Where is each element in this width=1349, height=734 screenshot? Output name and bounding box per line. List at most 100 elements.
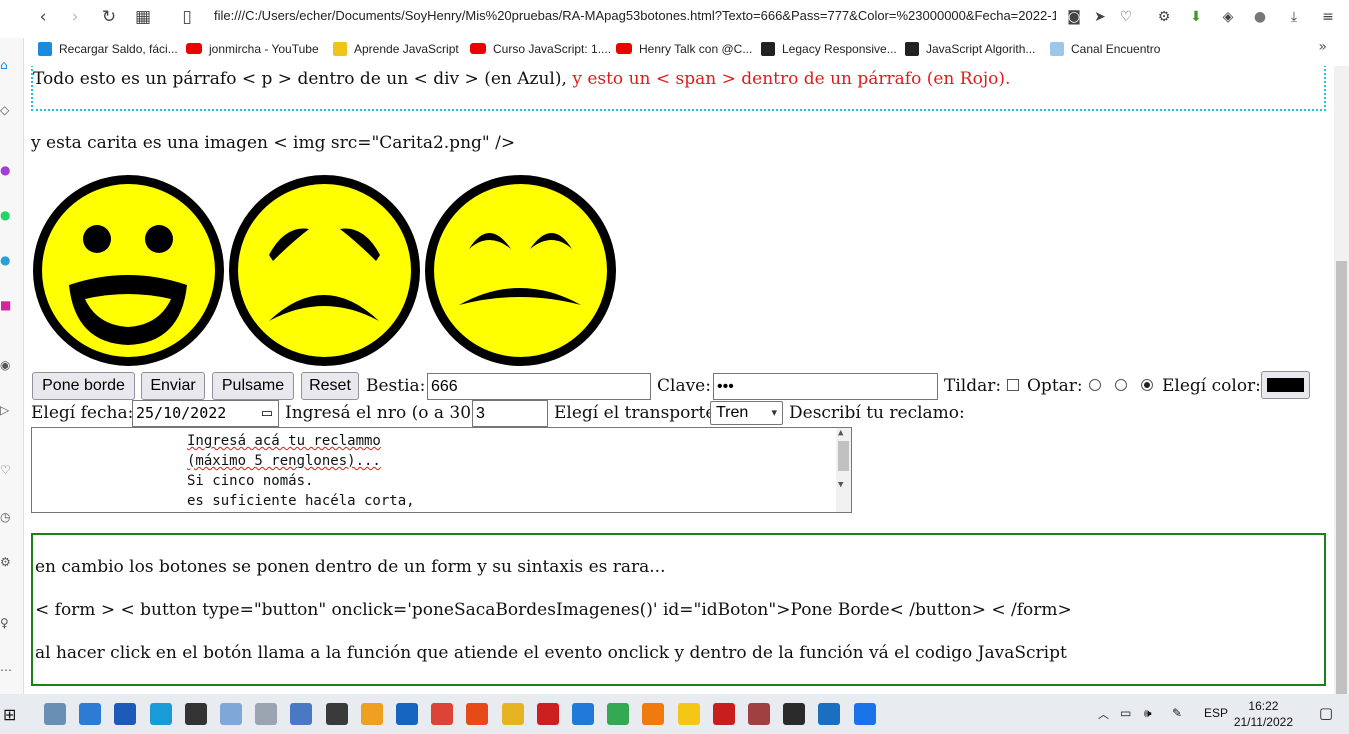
taskbar-app-icon[interactable] [501,703,524,725]
grid-icon[interactable]: ▦ [132,6,154,28]
taskbar-app-icon[interactable] [748,703,770,725]
taskbar-app-icon[interactable] [44,703,66,725]
paragraph-div-span: Todo esto es un párrafo < p > dentro de … [33,69,1010,89]
bookmark-aprende-js[interactable]: Aprende JavaScript [333,40,459,58]
pone-borde-button[interactable]: Pone borde [32,372,135,400]
optar-radio-1[interactable] [1089,379,1101,391]
taskbar-app-icon[interactable] [360,703,383,725]
address-bar[interactable]: file:///C:/Users/echer/Documents/SoyHenr… [214,8,1056,26]
language-indicator[interactable]: ESP [1204,706,1228,720]
taskbar-app-icon[interactable] [255,703,278,725]
optar-radio-2[interactable] [1115,379,1127,391]
history-icon[interactable]: ◷ [0,510,14,526]
bestia-input[interactable]: 666 [427,373,651,400]
notifications-icon[interactable]: ▢ [1319,704,1333,722]
taskbar-app-icon[interactable] [853,703,876,725]
calendar-icon[interactable]: ▭ [261,401,273,426]
clock[interactable]: 16:22 21/11/2022 [1234,698,1293,730]
bookmark-recargar[interactable]: Recargar Saldo, fáci... [38,40,178,58]
enviar-button[interactable]: Enviar [141,372,205,400]
download-arrow-icon[interactable]: ⬇ [1186,7,1206,27]
menu-icon[interactable]: ≡ [1318,7,1338,27]
optar-radio-3[interactable] [1141,379,1153,391]
telegram-icon[interactable]: ● [0,253,14,269]
taskbar-app-icon[interactable] [536,703,559,725]
scroll-up-icon[interactable]: ▲ [838,428,843,438]
bookmark-henry-talk[interactable]: Henry Talk con @C... [616,40,752,58]
taskbar-app-icon[interactable] [290,703,313,725]
bookmark-canal-encuentro[interactable]: Canal Encuentro [1050,40,1160,58]
bookmarks-more-icon[interactable]: » [1318,39,1327,55]
taskbar-app-icon[interactable] [79,703,102,725]
textarea-scroll-thumb[interactable] [838,441,849,471]
textarea-scrollbar[interactable]: ▲ ▼ [836,428,851,512]
home-icon[interactable]: ⌂ [0,58,14,74]
messenger-icon[interactable]: ● [0,163,14,179]
tips-icon[interactable]: ♀ [0,616,14,632]
taskbar-app-icon[interactable] [818,703,841,725]
freecodecamp-icon [761,42,775,56]
back-icon[interactable]: ‹ [32,6,54,28]
pen-icon[interactable]: ✎ [1172,706,1182,720]
transporte-select[interactable]: Tren ▾ [710,401,783,425]
profile-icon[interactable]: ● [1250,7,1270,27]
player-icon[interactable]: ◉ [0,358,14,374]
taskbar-app-icon[interactable] [607,703,630,725]
browser-toolbar: ‹ › ↻ ▦ ▯ file:///C:/Users/echer/Documen… [0,0,1349,34]
taskbar-app-icon[interactable] [712,703,735,725]
taskbar-app-icon[interactable] [783,703,806,725]
sad-face [229,175,420,366]
settings-icon[interactable]: ⚙ [1154,7,1174,27]
green-line-3: al hacer click en el botón llama a la fu… [35,643,1067,663]
settings-sidebar-icon[interactable]: ⚙ [0,555,14,571]
color-picker[interactable] [1261,371,1310,399]
taskbar-app-icon[interactable] [114,703,137,725]
taskbar-app-icon[interactable] [466,703,489,725]
taskbar-app-icon[interactable] [431,703,454,725]
tray-chevron-icon[interactable]: ︿ [1098,706,1109,722]
more-icon[interactable]: ⋯ [0,663,14,679]
reset-button[interactable]: Reset [301,372,359,400]
fecha-input[interactable]: 25/10/2022 ▭ [132,400,279,427]
tildar-checkbox[interactable] [1007,379,1019,391]
encuentro-icon [1050,42,1064,56]
send-icon[interactable]: ➤ [1090,7,1110,27]
whatsapp-icon[interactable]: ● [0,208,14,224]
taskbar-app-icon[interactable] [325,703,348,725]
favorites-icon[interactable]: ♡ [0,463,14,479]
start-icon[interactable]: ⊞ [3,705,16,724]
span-text: y esto un < span > dentro de un párrafo … [572,69,1011,89]
forward-icon[interactable]: › [64,6,86,28]
instagram-icon[interactable]: ■ [0,298,14,314]
download-icon[interactable]: ⤓ [1284,7,1304,27]
page-scrollbar[interactable] [1334,66,1349,734]
nro-input[interactable]: 3 [472,400,548,427]
heart-icon[interactable]: ♡ [1116,7,1136,27]
scroll-down-icon[interactable]: ▼ [838,480,843,490]
bookmark-legacy-responsive[interactable]: Legacy Responsive... [761,40,897,58]
reclamo-textarea[interactable]: Ingresá acá tu reclammo (máximo 5 renglo… [31,427,852,513]
taskbar-app-icon[interactable] [642,703,665,725]
page-scroll-thumb[interactable] [1336,261,1347,734]
send-sidebar-icon[interactable]: ▷ [0,403,14,419]
fecha-label: Elegí fecha: [31,403,134,423]
taskbar-app-icon[interactable] [396,703,418,725]
volume-icon[interactable]: 🕪 [1144,706,1152,721]
happy-face [33,175,224,366]
bookmark-curso-js[interactable]: Curso JavaScript: 1.... [470,40,611,58]
taskbar-app-icon[interactable] [220,703,242,725]
bookmark-js-algorithms[interactable]: JavaScript Algorith... [905,40,1035,58]
clave-input[interactable]: ••• [713,373,938,400]
cube-icon[interactable]: ◈ [1218,7,1238,27]
taskbar-app-icon[interactable] [184,703,207,725]
taskbar-app-icon[interactable] [572,703,594,725]
taskbar-app-icon[interactable] [149,703,172,725]
reload-icon[interactable]: ↻ [98,6,120,28]
bookmark-jonmircha[interactable]: jonmircha - YouTube [186,40,319,58]
pulsame-button[interactable]: Pulsame [212,372,294,400]
transporte-label: Elegí el transporte: [554,403,722,423]
battery-icon[interactable]: ▭ [1120,706,1131,720]
speed-dial-icon[interactable]: ◇ [0,103,14,119]
camera-icon[interactable]: ◙ [1064,7,1084,27]
taskbar-app-icon[interactable] [677,703,700,725]
